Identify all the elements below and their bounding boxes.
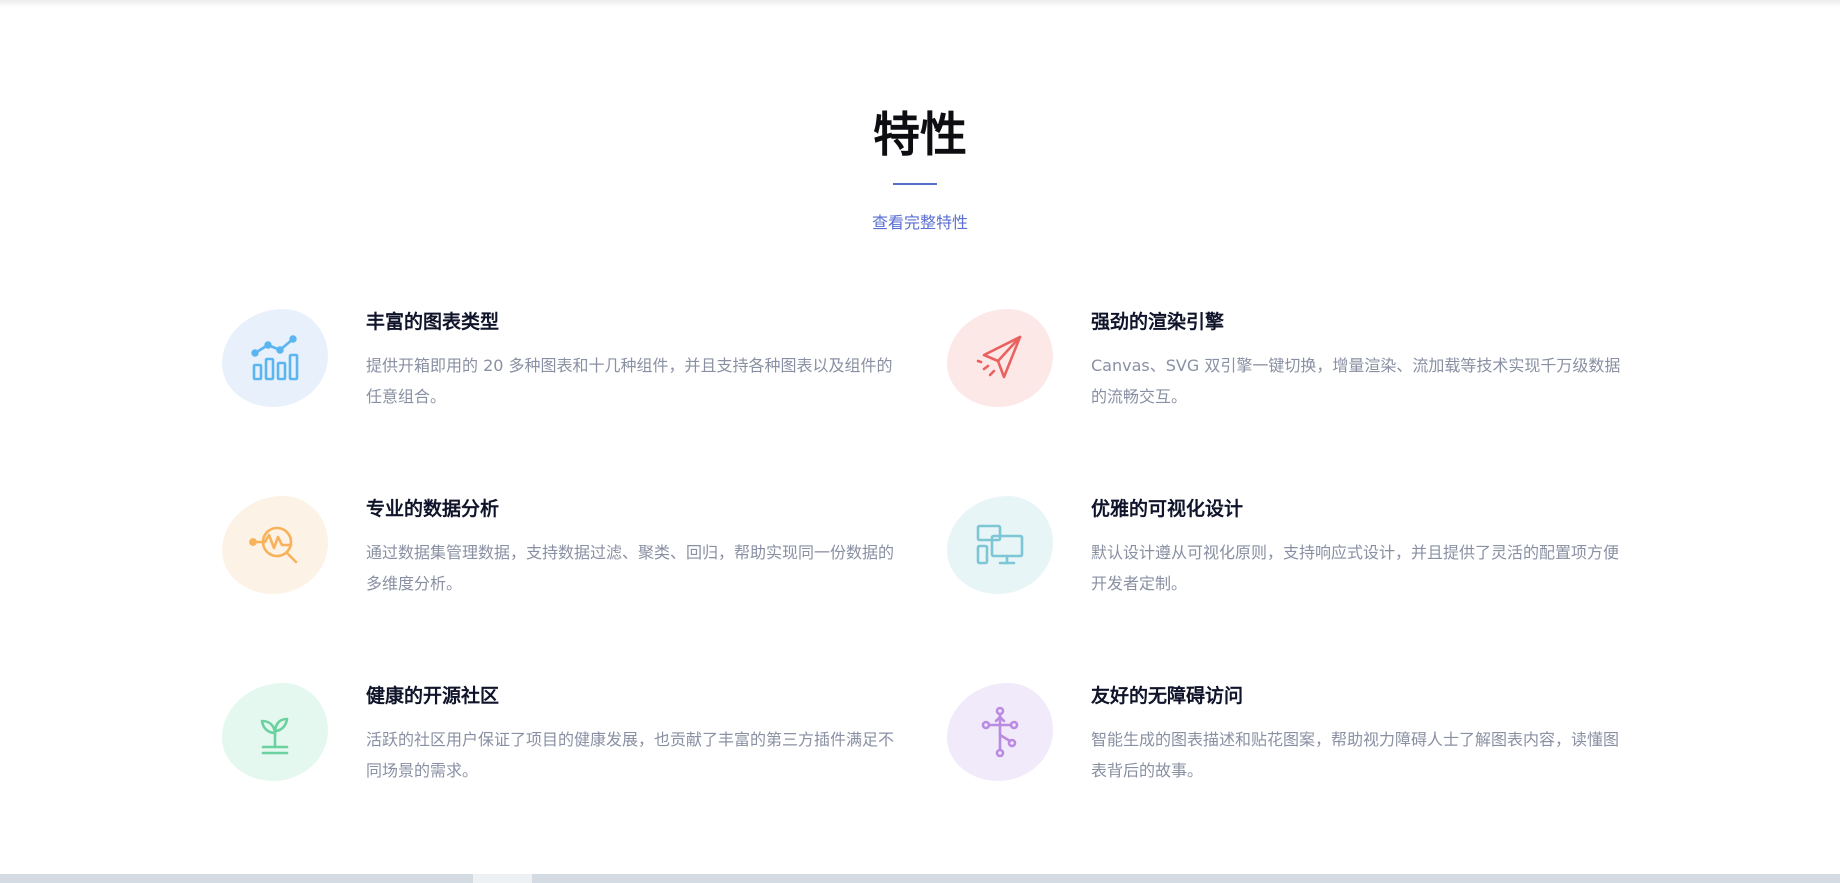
feature-description: 提供开箱即用的 20 多种图表和十几种组件，并且支持各种图表以及组件的任意组合。 bbox=[366, 356, 893, 406]
paper-plane-icon bbox=[976, 335, 1022, 379]
feature-description: Canvas、SVG 双引擎一键切换，增量渲染、流加载等技术实现千万级数据的流畅… bbox=[1091, 356, 1621, 406]
feature-item-data-analysis: 专业的数据分析 通过数据集管理数据，支持数据过滤、聚类、回归，帮助实现同一份数据… bbox=[222, 496, 962, 616]
header-shadow bbox=[0, 0, 1840, 8]
data-analysis-icon bbox=[249, 526, 298, 564]
title-divider bbox=[893, 183, 937, 185]
feature-title: 友好的无障碍访问 bbox=[1091, 685, 1244, 707]
horizontal-scrollbar-track[interactable] bbox=[0, 874, 1840, 883]
features-page: 特性 查看完整特性 丰富的图表类型 提供开箱即用的 20 多种图表和十几种组件，… bbox=[0, 0, 1840, 883]
feature-description: 活跃的社区用户保证了项目的健康发展，也贡献了丰富的第三方插件满足不同场景的需求。 bbox=[366, 730, 895, 780]
feature-title: 强劲的渲染引擎 bbox=[1091, 311, 1225, 333]
feature-icon-blob bbox=[222, 496, 328, 594]
feature-icon-blob bbox=[947, 309, 1053, 407]
feature-title: 丰富的图表类型 bbox=[366, 311, 500, 333]
feature-title: 优雅的可视化设计 bbox=[1091, 498, 1244, 520]
feature-description: 通过数据集管理数据，支持数据过滤、聚类、回归，帮助实现同一份数据的多维度分析。 bbox=[366, 543, 895, 593]
sprout-icon bbox=[260, 717, 289, 755]
horizontal-scrollbar-thumb[interactable] bbox=[473, 874, 532, 883]
section-title: 特性 bbox=[873, 108, 967, 163]
feature-item-chart-types: 丰富的图表类型 提供开箱即用的 20 多种图表和十几种组件，并且支持各种图表以及… bbox=[222, 309, 962, 429]
responsive-devices-icon bbox=[976, 524, 1024, 565]
feature-title: 健康的开源社区 bbox=[366, 685, 500, 707]
feature-item-render-engine: 强劲的渲染引擎 Canvas、SVG 双引擎一键切换，增量渲染、流加载等技术实现… bbox=[947, 309, 1687, 429]
view-all-features-link[interactable]: 查看完整特性 bbox=[0, 212, 1840, 234]
feature-icon-blob bbox=[947, 496, 1053, 594]
feature-description: 默认设计遵从可视化原则，支持响应式设计，并且提供了灵活的配置项方便开发者定制。 bbox=[1091, 543, 1620, 593]
feature-title: 专业的数据分析 bbox=[366, 498, 500, 520]
feature-item-community: 健康的开源社区 活跃的社区用户保证了项目的健康发展，也贡献了丰富的第三方插件满足… bbox=[222, 683, 962, 803]
accessibility-icon bbox=[981, 706, 1019, 758]
feature-description: 智能生成的图表描述和贴花图案，帮助视力障碍人士了解图表内容，读懂图表背后的故事。 bbox=[1091, 730, 1620, 780]
feature-icon-blob bbox=[222, 309, 328, 407]
feature-item-visual-design: 优雅的可视化设计 默认设计遵从可视化原则，支持响应式设计，并且提供了灵活的配置项… bbox=[947, 496, 1687, 616]
bar-chart-icon bbox=[251, 335, 299, 381]
feature-icon-blob bbox=[947, 683, 1053, 781]
feature-item-accessibility: 友好的无障碍访问 智能生成的图表描述和贴花图案，帮助视力障碍人士了解图表内容，读… bbox=[947, 683, 1687, 803]
feature-icon-blob bbox=[222, 683, 328, 781]
